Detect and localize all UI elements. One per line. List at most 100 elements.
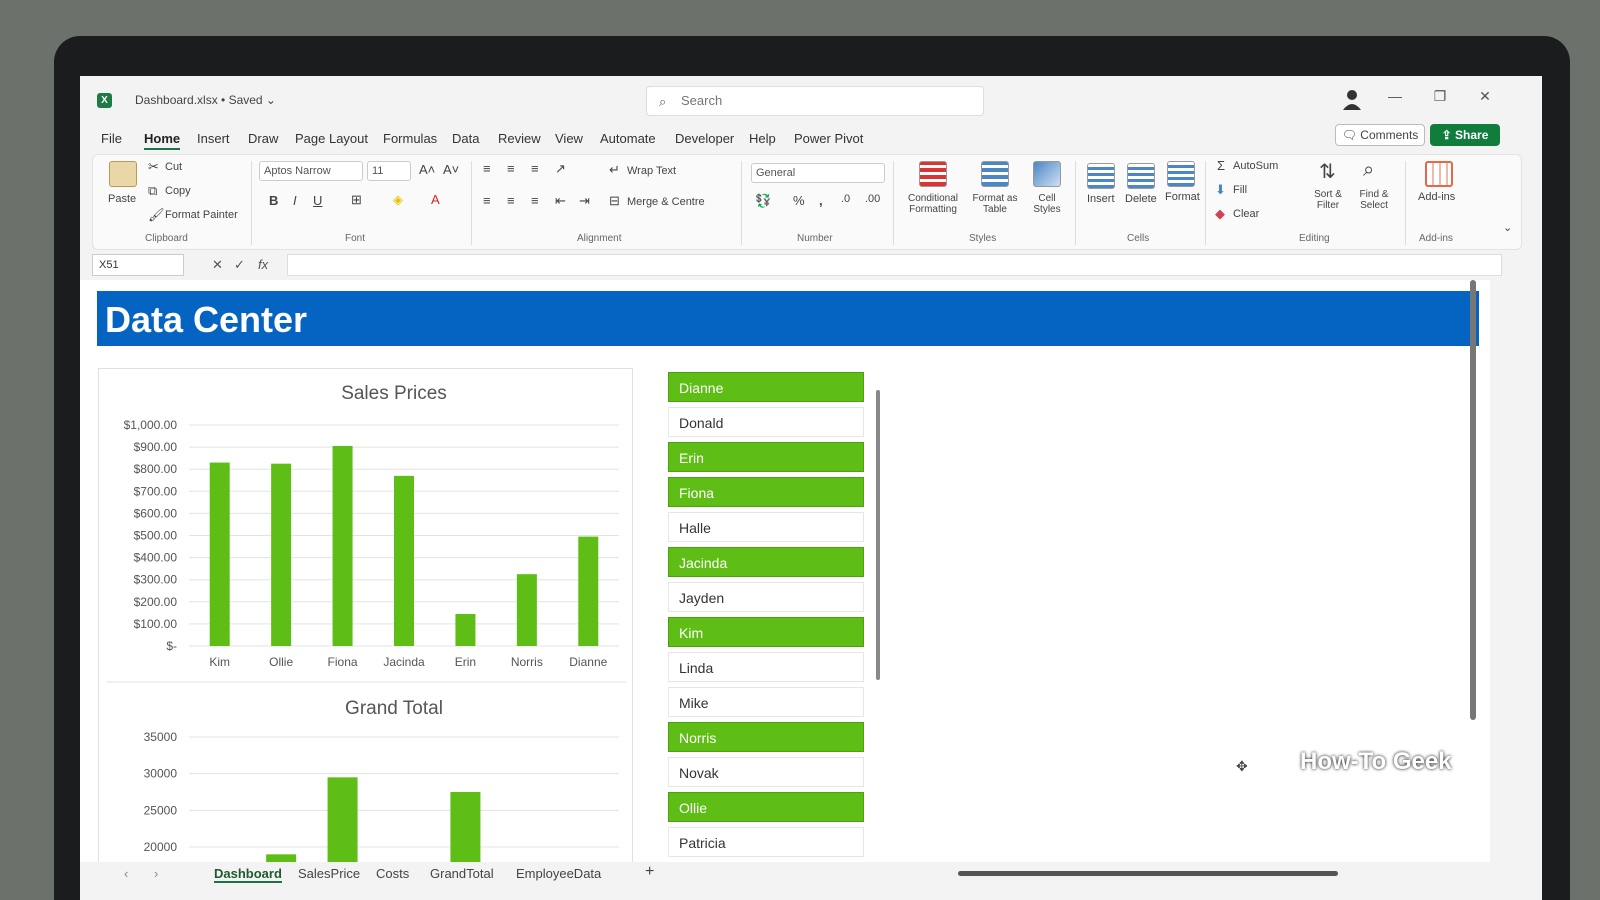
tab-employeedata[interactable]: EmployeeData (516, 866, 601, 881)
cell-styles-button[interactable]: Cell Styles (1025, 193, 1069, 215)
insert-cells-button[interactable]: Insert (1087, 193, 1115, 205)
add-sheet-button[interactable]: + (645, 863, 654, 881)
paste-label[interactable]: Paste (108, 193, 136, 205)
menu-data[interactable]: Data (452, 131, 479, 146)
horizontal-scrollbar[interactable] (958, 871, 1338, 876)
decrease-font-icon[interactable]: A˅ (443, 162, 459, 177)
align-center-icon[interactable]: ≡ (507, 193, 515, 208)
borders-icon[interactable]: ⊞ (351, 192, 362, 208)
user-avatar-icon[interactable] (1342, 88, 1362, 110)
slicer-item[interactable]: Erin (668, 442, 864, 472)
fill-button[interactable]: Fill (1233, 184, 1247, 196)
accounting-format-icon[interactable]: 💱 (755, 193, 771, 209)
format-cells-icon[interactable] (1167, 161, 1195, 187)
slicer-item[interactable]: Halle (668, 512, 864, 542)
menu-review[interactable]: Review (498, 131, 541, 146)
tab-costs[interactable]: Costs (376, 866, 409, 881)
cut-icon[interactable]: ✂ (148, 159, 159, 175)
insert-cells-icon[interactable] (1087, 163, 1115, 189)
slicer-item[interactable]: Fiona (668, 477, 864, 507)
format-painter-icon[interactable]: 🖌 (148, 207, 165, 223)
slicer-item[interactable]: Jacinda (668, 547, 864, 577)
search-box[interactable]: ⌕ (646, 86, 984, 116)
wrap-text-icon[interactable]: ↵ (609, 162, 620, 178)
format-as-table-button[interactable]: Format as Table (965, 193, 1025, 215)
decrease-decimal-icon[interactable]: .00 (865, 193, 880, 205)
tab-salesprice[interactable]: SalesPrice (298, 866, 360, 881)
slicer-item[interactable]: Jayden (668, 582, 864, 612)
slicer-item[interactable]: Donald (668, 407, 864, 437)
fill-icon[interactable]: ⬇ (1215, 182, 1226, 198)
bold-icon[interactable]: B (269, 193, 278, 208)
menu-page-layout[interactable]: Page Layout (295, 131, 368, 146)
find-select-icon[interactable]: ⌕ (1363, 159, 1374, 182)
slicer-item[interactable]: Dianne (668, 372, 864, 402)
increase-indent-icon[interactable]: ⇥ (579, 193, 590, 209)
orientation-icon[interactable]: ↗ (555, 161, 566, 177)
enter-icon[interactable]: ✓ (234, 257, 245, 273)
merge-icon[interactable]: ⊟ (609, 193, 620, 209)
collapse-ribbon-icon[interactable]: ⌄ (1503, 221, 1512, 234)
tab-dashboard[interactable]: Dashboard (214, 866, 282, 883)
paste-icon[interactable] (109, 161, 137, 187)
cancel-icon[interactable]: ✕ (212, 257, 223, 273)
copy-button[interactable]: Copy (165, 185, 191, 197)
comments-button[interactable]: 🗨 Comments (1335, 124, 1425, 146)
slicer-item[interactable]: Norris (668, 722, 864, 752)
slicer-item[interactable]: Mike (668, 687, 864, 717)
copy-icon[interactable]: ⧉ (148, 183, 157, 199)
minimize-icon[interactable]: — (1383, 88, 1407, 104)
worksheet[interactable]: Data Center Sales Prices $- $100.00 $200.00… (80, 280, 1490, 869)
increase-font-icon[interactable]: A˄ (419, 162, 435, 177)
font-name-select[interactable]: Aptos Narrow (259, 161, 363, 181)
format-as-table-icon[interactable] (981, 161, 1009, 187)
align-right-icon[interactable]: ≡ (531, 193, 539, 208)
align-left-icon[interactable]: ≡ (483, 193, 491, 208)
menu-view[interactable]: View (555, 131, 583, 146)
menu-automate[interactable]: Automate (600, 131, 656, 146)
menu-file[interactable]: File (101, 131, 122, 146)
format-painter-button[interactable]: Format Painter (165, 209, 238, 221)
increase-decimal-icon[interactable]: .0 (841, 193, 850, 205)
slicer-scrollbar[interactable] (876, 390, 880, 680)
add-ins-button[interactable]: Add-ins (1418, 191, 1455, 203)
restore-icon[interactable]: ❐ (1428, 88, 1452, 105)
next-sheet-icon[interactable]: › (154, 866, 158, 881)
menu-insert[interactable]: Insert (197, 131, 230, 146)
slicer-item[interactable]: Linda (668, 652, 864, 682)
clear-button[interactable]: Clear (1233, 208, 1259, 220)
find-select-button[interactable]: Find & Select (1353, 189, 1395, 211)
conditional-formatting-button[interactable]: Conditional Formatting (901, 193, 965, 215)
slicer-item[interactable]: Ollie (668, 792, 864, 822)
menu-draw[interactable]: Draw (248, 131, 278, 146)
underline-icon[interactable]: U (313, 193, 322, 208)
charts-svg[interactable]: Sales Prices $- $100.00 $200.00 $300.00 $400.… (99, 369, 634, 869)
align-top-icon[interactable]: ≡ (483, 161, 491, 176)
align-middle-icon[interactable]: ≡ (507, 161, 515, 176)
font-color-icon[interactable]: A (431, 192, 440, 207)
menu-formulas[interactable]: Formulas (383, 131, 437, 146)
font-size-select[interactable]: 11 (367, 161, 411, 181)
slicer-item[interactable]: Patricia (668, 827, 864, 857)
tab-grandtotal[interactable]: GrandTotal (430, 866, 494, 881)
autosum-icon[interactable]: Σ (1217, 158, 1225, 173)
menu-developer[interactable]: Developer (675, 131, 734, 146)
document-title[interactable]: Dashboard.xlsx • Saved ⌄ (135, 93, 276, 107)
prev-sheet-icon[interactable]: ‹ (124, 866, 128, 881)
vertical-scrollbar[interactable] (1470, 280, 1476, 720)
sort-filter-button[interactable]: Sort & Filter (1309, 189, 1347, 211)
cut-button[interactable]: Cut (165, 161, 182, 173)
menu-home[interactable]: Home (144, 131, 181, 150)
name-box[interactable]: X51 (92, 254, 184, 276)
wrap-text-button[interactable]: Wrap Text (627, 165, 676, 177)
fill-color-icon[interactable]: ◈ (393, 192, 403, 208)
merge-centre-button[interactable]: Merge & Centre (627, 196, 705, 208)
autosum-button[interactable]: AutoSum (1233, 160, 1278, 172)
sort-filter-icon[interactable]: ⇅ (1319, 159, 1336, 184)
close-icon[interactable]: ✕ (1473, 88, 1497, 105)
clear-icon[interactable]: ◆ (1215, 206, 1225, 222)
slicer-item[interactable]: Kim (668, 617, 864, 647)
insert-function-icon[interactable]: fx (258, 257, 268, 272)
search-input[interactable] (681, 93, 961, 108)
formula-input[interactable] (287, 254, 1502, 276)
